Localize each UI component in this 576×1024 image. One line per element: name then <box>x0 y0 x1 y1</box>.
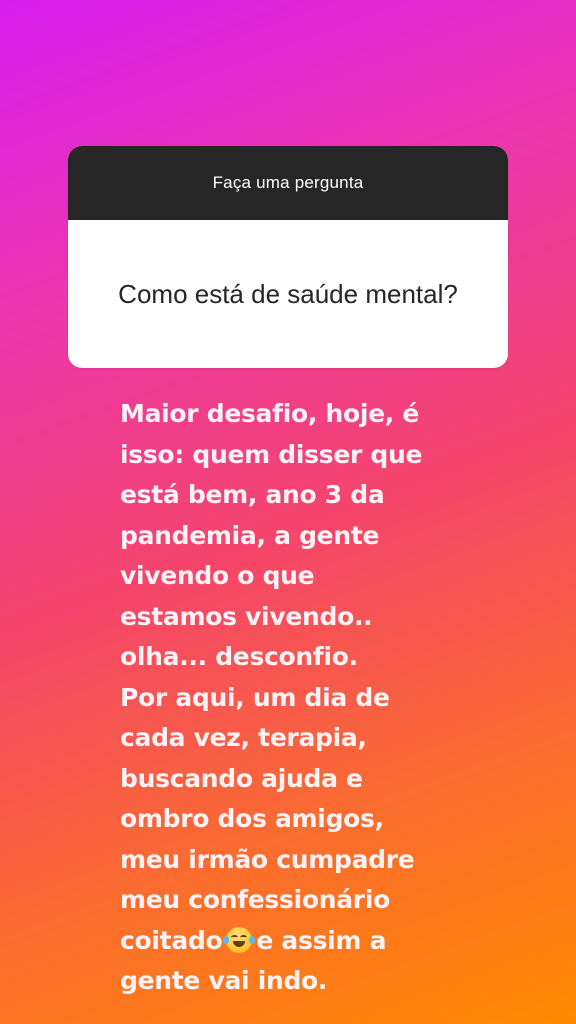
answer-line: gente vai indo. <box>120 966 328 995</box>
answer-line: meu irmão cumpadre <box>120 844 415 874</box>
answer-line-with-emoji: coitado e assim a <box>120 921 460 962</box>
answer-line: cada vez, terapia, <box>120 723 367 752</box>
answer-fragment: coitado <box>120 925 223 955</box>
answer-line: buscando ajuda e <box>120 763 363 793</box>
question-sticker[interactable]: Faça uma pergunta Como está de saúde men… <box>68 146 508 368</box>
question-sticker-question: Como está de saúde mental? <box>118 279 458 309</box>
story-screen: { "question_sticker": { "header": "Faça … <box>0 0 576 1024</box>
answer-line: Maior desafio, hoje, é <box>120 399 420 428</box>
answer-line: Por aqui, um dia de <box>120 682 390 712</box>
answer-fragment: e assim a <box>256 925 387 955</box>
answer-line: vivendo o que <box>120 561 315 590</box>
answer-text: Maior desafio, hoje, é isso: quem disser… <box>120 394 460 1002</box>
answer-line: está bem, ano 3 da <box>120 480 385 509</box>
answer-line: pandemia, a gente <box>120 520 380 550</box>
answer-line: isso: quem disser que <box>120 439 423 469</box>
answer-line: olha... desconfio. <box>120 642 358 671</box>
face-with-tears-of-joy-icon <box>223 926 256 953</box>
question-sticker-header: Faça uma pergunta <box>68 146 508 220</box>
answer-line: ombro dos amigos, <box>120 804 384 833</box>
answer-line: estamos vivendo.. <box>120 601 373 631</box>
answer-line: meu confessionário <box>120 885 390 914</box>
